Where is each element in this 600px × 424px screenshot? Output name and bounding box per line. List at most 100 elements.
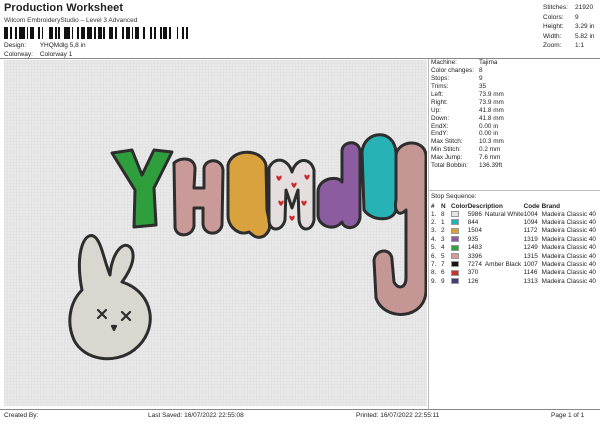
row-n: 4 — [441, 244, 445, 252]
info-label: EndX: — [431, 122, 449, 130]
last-saved: Last Saved: 16/07/2022 22:55:08 — [148, 412, 244, 419]
info-label: Max Stitch: — [431, 138, 463, 146]
info-label: Min Stitch: — [431, 146, 461, 154]
col-num: # — [431, 202, 435, 210]
info-value: 10.3 mm — [479, 138, 504, 146]
row-brand: Madeira Classic 40 — [541, 210, 596, 218]
stat-label: Zoom: — [543, 42, 562, 50]
thread-number: 7274 — [467, 261, 482, 269]
thread-number: 3396 — [467, 252, 482, 260]
design-row: Design: YHQMdlg 5,8 in — [4, 42, 86, 49]
row-swatch — [451, 269, 468, 277]
row-description: 935 — [468, 235, 524, 243]
row-n: 6 — [441, 269, 445, 277]
machine-info-panel: Machine: Tajima Color changes: 8 Stops: 9 Trim… — [431, 59, 599, 169]
col-code: Code — [523, 202, 540, 210]
info-row: Left: 73.9 mm — [431, 91, 599, 99]
info-label: Left: — [431, 91, 444, 98]
design-label: Design: — [4, 42, 27, 49]
letter-l — [360, 133, 398, 221]
row-swatch — [451, 277, 468, 285]
info-label: Trims: — [431, 83, 449, 91]
info-row: Machine: Tajima — [431, 59, 599, 67]
row-brand: Madeira Classic 40 — [541, 227, 596, 235]
colorway-row: Colorway: Colorway 1 — [4, 51, 72, 58]
info-row: Stops: 9 — [431, 75, 599, 83]
stat-value: 9 — [575, 13, 579, 21]
letter-y — [110, 148, 174, 229]
letter-q — [226, 150, 272, 239]
row-code: 1249 — [523, 244, 538, 252]
info-value: 0.00 in — [479, 130, 499, 138]
info-value: 73.9 mm — [479, 91, 504, 98]
row-code: 1146 — [523, 269, 538, 277]
row-code: 1315 — [523, 252, 538, 260]
row-swatch — [451, 218, 468, 226]
table-row: 4. 3 935 1319 Madeira Classic 40 — [431, 235, 599, 243]
row-code: 1172 — [523, 227, 538, 235]
thread-description: Amber Black — [484, 261, 522, 269]
info-value: 41.8 mm — [479, 114, 504, 122]
info-value: 7.6 mm — [479, 154, 501, 162]
top-stats: Stitches: 21920 Colors: 9 Height: 3.29 in W… — [543, 3, 598, 51]
row-n: 8 — [441, 210, 445, 218]
info-row: EndX: 0.00 in — [431, 122, 599, 130]
row-num: 6. — [431, 252, 437, 260]
footer-divider — [0, 409, 600, 410]
info-label: Right: — [431, 98, 448, 106]
color-swatch — [451, 278, 459, 285]
stat-height: Height: 3.29 in — [543, 22, 598, 32]
printed-date: Printed: 16/07/2022 22:55:11 — [356, 412, 440, 419]
section-divider — [429, 190, 600, 191]
color-swatch — [451, 252, 459, 259]
thread-number: 126 — [467, 277, 479, 285]
row-brand: Madeira Classic 40 — [541, 244, 596, 252]
info-row: Total Bobbin: 136.39ft — [431, 162, 599, 170]
info-label: Down: — [431, 114, 450, 122]
letter-d — [316, 141, 362, 229]
info-label: Stops: — [431, 75, 450, 83]
info-value: 0.00 in — [479, 122, 499, 130]
row-num: 9. — [431, 277, 437, 285]
stat-width: Width: 5.82 in — [543, 32, 598, 42]
panel-divider — [428, 59, 429, 409]
row-n: 7 — [441, 261, 445, 269]
col-brand: Brand — [541, 202, 561, 210]
table-row: 3. 2 1504 1172 Madeira Classic 40 — [431, 227, 599, 235]
color-swatch — [451, 269, 459, 276]
row-code: 1313 — [523, 277, 538, 285]
info-row: Max Stitch: 10.3 mm — [431, 138, 599, 146]
stat-value: 3.29 in — [575, 23, 595, 31]
bunny-head — [68, 234, 152, 361]
stat-value: 5.82 in — [575, 32, 595, 40]
heart-icon — [289, 215, 295, 221]
row-brand: Madeira Classic 40 — [541, 261, 596, 269]
row-brand: Madeira Classic 40 — [541, 235, 596, 243]
stat-value: 21920 — [575, 4, 594, 12]
color-swatch — [451, 211, 459, 217]
colorway-label: Colorway: — [4, 51, 33, 58]
info-value: 73.9 mm — [479, 98, 504, 106]
stop-sequence-table: # N Color Description Code Brand 1. 8 5986… — [431, 202, 599, 286]
row-n: 3 — [441, 235, 445, 243]
row-swatch — [451, 210, 468, 218]
color-swatch — [451, 261, 459, 268]
stat-colors: Colors: 9 — [543, 13, 598, 23]
info-label: Machine: — [431, 59, 457, 67]
row-num: 3. — [431, 227, 437, 235]
color-swatch — [451, 227, 459, 234]
row-description: 3396 — [468, 252, 524, 260]
row-code: 1094 — [523, 219, 538, 227]
row-swatch — [451, 235, 468, 243]
table-row: 8. 6 370 1146 Madeira Classic 40 — [431, 269, 599, 277]
info-value: 136.39ft — [479, 162, 503, 170]
row-code: 1004 — [523, 210, 538, 218]
row-brand: Madeira Classic 40 — [541, 252, 596, 260]
row-code: 1007 — [523, 261, 538, 269]
stat-zoom: Zoom: 1:1 — [543, 41, 598, 51]
row-brand: Madeira Classic 40 — [541, 219, 596, 227]
row-code: 1319 — [523, 235, 538, 243]
row-swatch — [451, 252, 468, 260]
row-description: 844 — [468, 218, 524, 226]
info-row: Up: 41.8 mm — [431, 106, 599, 114]
